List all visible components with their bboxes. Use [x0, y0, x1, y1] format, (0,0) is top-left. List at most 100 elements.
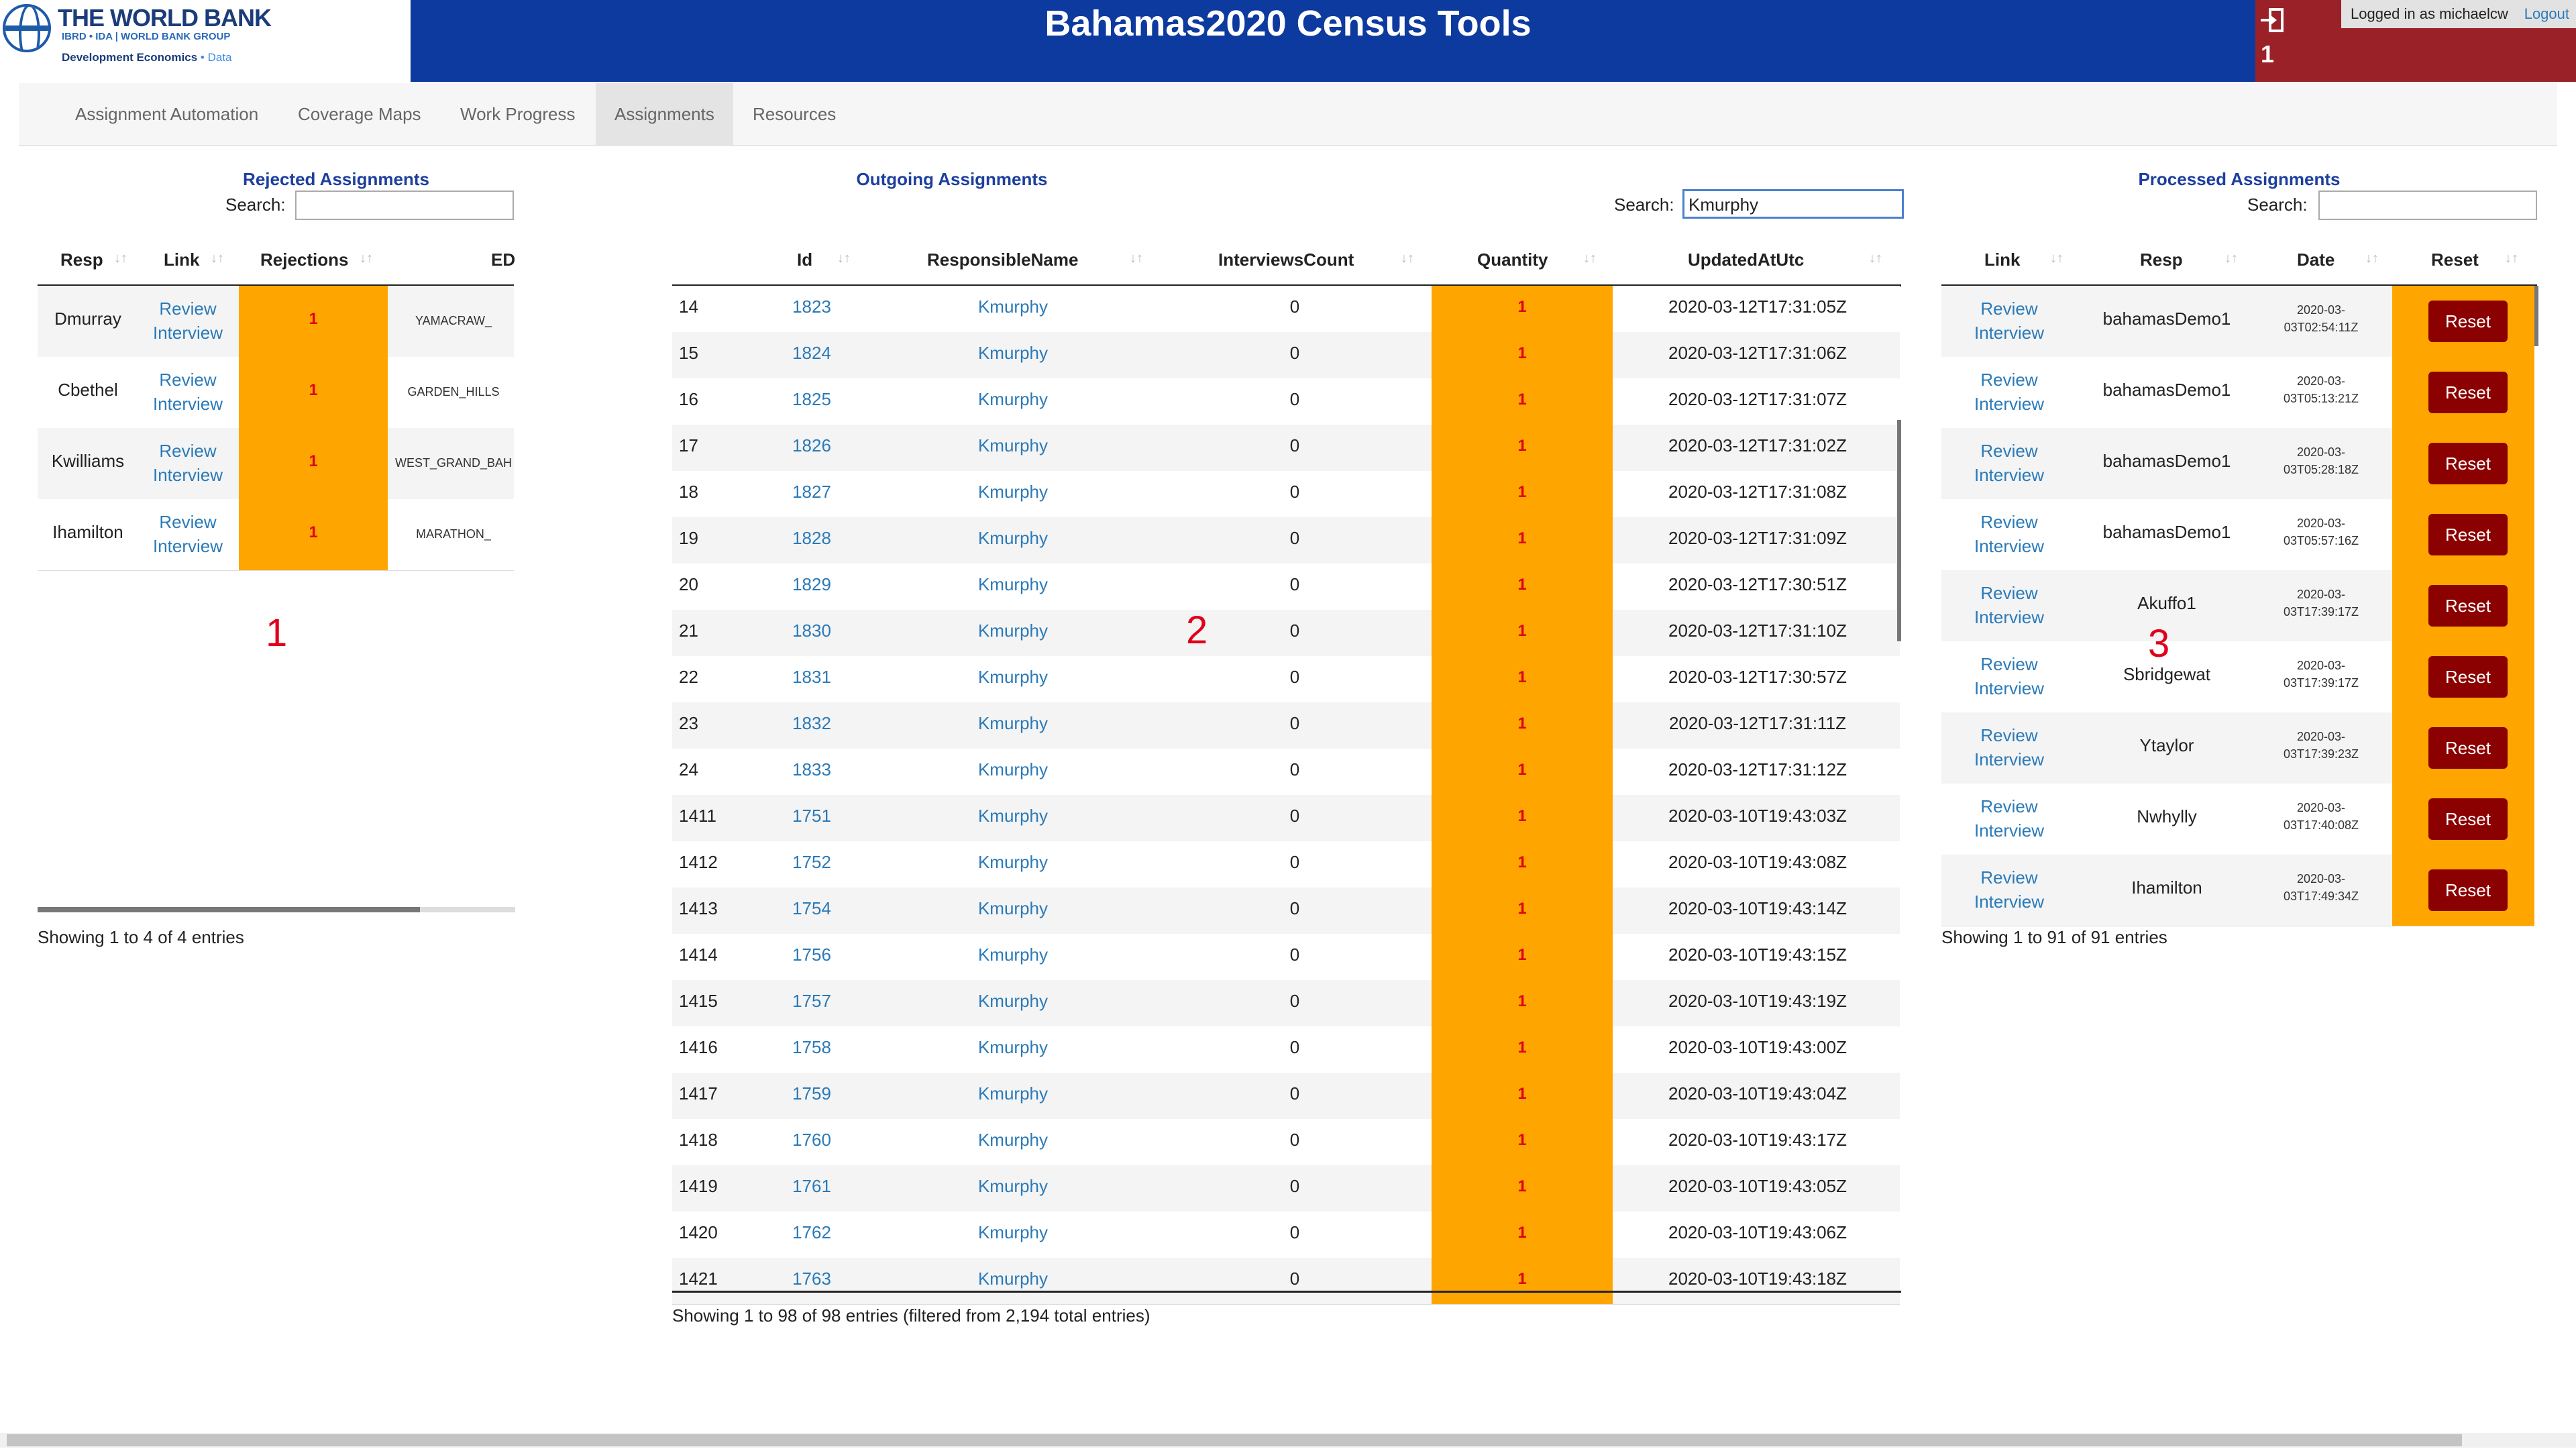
- sort-icon[interactable]: ↓↑: [1583, 251, 1597, 266]
- cell-responsible-link[interactable]: Kmurphy: [939, 482, 1087, 502]
- col-interviews-count[interactable]: InterviewsCount: [1218, 250, 1354, 270]
- sort-icon[interactable]: ↓↑: [211, 251, 224, 266]
- col-resp[interactable]: Resp: [2140, 250, 2183, 270]
- cell-id-link[interactable]: 1824: [771, 343, 852, 364]
- cell-id-link[interactable]: 1828: [771, 528, 852, 549]
- review-interview-link[interactable]: Review Interview: [1945, 510, 2073, 558]
- rejected-search-input[interactable]: [295, 191, 514, 220]
- col-rejections[interactable]: Rejections: [260, 250, 349, 270]
- cell-responsible-link[interactable]: Kmurphy: [939, 713, 1087, 734]
- review-interview-link[interactable]: Review Interview: [141, 510, 235, 558]
- col-id[interactable]: Id: [797, 250, 812, 270]
- col-quantity[interactable]: Quantity: [1477, 250, 1548, 270]
- cell-responsible-link[interactable]: Kmurphy: [939, 1037, 1087, 1058]
- cell-id-link[interactable]: 1827: [771, 482, 852, 502]
- review-interview-link[interactable]: Review Interview: [1945, 652, 2073, 700]
- review-interview-link[interactable]: Review Interview: [1945, 865, 2073, 914]
- v-scrollbar[interactable]: [2534, 286, 2538, 346]
- page-h-scrollbar-thumb[interactable]: [7, 1434, 2462, 1446]
- cell-responsible-link[interactable]: Kmurphy: [939, 667, 1087, 688]
- sort-icon[interactable]: ↓↑: [2505, 251, 2518, 266]
- cell-id-link[interactable]: 1760: [771, 1130, 852, 1150]
- sort-icon[interactable]: ↓↑: [1401, 251, 1414, 266]
- cell-responsible-link[interactable]: Kmurphy: [939, 435, 1087, 456]
- cell-responsible-link[interactable]: Kmurphy: [939, 1176, 1087, 1197]
- reset-button[interactable]: Reset: [2428, 514, 2508, 555]
- review-interview-link[interactable]: Review Interview: [1945, 439, 2073, 487]
- cell-id-link[interactable]: 1829: [771, 574, 852, 595]
- col-link[interactable]: Link: [1984, 250, 2020, 270]
- cell-responsible-link[interactable]: Kmurphy: [939, 1222, 1087, 1243]
- col-reset[interactable]: Reset: [2431, 250, 2479, 270]
- logout-link[interactable]: Logout: [2524, 0, 2569, 28]
- col-resp[interactable]: Resp: [60, 250, 103, 270]
- review-interview-link[interactable]: Review Interview: [1945, 581, 2073, 629]
- sort-icon[interactable]: ↓↑: [2224, 251, 2238, 266]
- cell-id-link[interactable]: 1756: [771, 945, 852, 965]
- sort-icon[interactable]: ↓↑: [1130, 251, 1143, 266]
- processed-search-input[interactable]: [2318, 191, 2537, 220]
- cell-responsible-link[interactable]: Kmurphy: [939, 1083, 1087, 1104]
- h-scrollbar-thumb[interactable]: [38, 907, 420, 912]
- reset-button[interactable]: Reset: [2428, 727, 2508, 769]
- tab-resources[interactable]: Resources: [734, 83, 855, 145]
- review-interview-link[interactable]: Review Interview: [141, 439, 235, 487]
- cell-responsible-link[interactable]: Kmurphy: [939, 991, 1087, 1012]
- cell-responsible-link[interactable]: Kmurphy: [939, 1269, 1087, 1289]
- reset-button[interactable]: Reset: [2428, 869, 2508, 911]
- cell-id-link[interactable]: 1762: [771, 1222, 852, 1243]
- col-ed[interactable]: ED: [491, 250, 515, 270]
- cell-id-link[interactable]: 1752: [771, 852, 852, 873]
- cell-responsible-link[interactable]: Kmurphy: [939, 297, 1087, 317]
- sort-icon[interactable]: ↓↑: [2050, 251, 2063, 266]
- cell-id-link[interactable]: 1825: [771, 389, 852, 410]
- tab-coverage-maps[interactable]: Coverage Maps: [279, 83, 440, 145]
- sort-icon[interactable]: ↓↑: [114, 251, 127, 266]
- review-interview-link[interactable]: Review Interview: [141, 297, 235, 345]
- col-date[interactable]: Date: [2297, 250, 2334, 270]
- cell-responsible-link[interactable]: Kmurphy: [939, 621, 1087, 641]
- cell-responsible-link[interactable]: Kmurphy: [939, 528, 1087, 549]
- sort-icon[interactable]: ↓↑: [837, 251, 851, 266]
- outgoing-search-input[interactable]: Kmurphy: [1682, 189, 1904, 219]
- tab-work-progress[interactable]: Work Progress: [441, 83, 594, 145]
- exit-icon[interactable]: [2259, 7, 2285, 34]
- cell-id-link[interactable]: 1759: [771, 1083, 852, 1104]
- cell-responsible-link[interactable]: Kmurphy: [939, 898, 1087, 919]
- tab-assignments[interactable]: Assignments: [596, 83, 733, 145]
- cell-id-link[interactable]: 1757: [771, 991, 852, 1012]
- cell-responsible-link[interactable]: Kmurphy: [939, 574, 1087, 595]
- reset-button[interactable]: Reset: [2428, 656, 2508, 698]
- cell-id-link[interactable]: 1751: [771, 806, 852, 826]
- cell-id-link[interactable]: 1832: [771, 713, 852, 734]
- cell-responsible-link[interactable]: Kmurphy: [939, 806, 1087, 826]
- cell-id-link[interactable]: 1823: [771, 297, 852, 317]
- cell-id-link[interactable]: 1761: [771, 1176, 852, 1197]
- cell-id-link[interactable]: 1754: [771, 898, 852, 919]
- reset-button[interactable]: Reset: [2428, 443, 2508, 484]
- sort-icon[interactable]: ↓↑: [2365, 251, 2379, 266]
- col-link[interactable]: Link: [164, 250, 199, 270]
- cell-id-link[interactable]: 1826: [771, 435, 852, 456]
- cell-id-link[interactable]: 1763: [771, 1269, 852, 1289]
- reset-button[interactable]: Reset: [2428, 798, 2508, 840]
- cell-responsible-link[interactable]: Kmurphy: [939, 1130, 1087, 1150]
- cell-id-link[interactable]: 1831: [771, 667, 852, 688]
- reset-button[interactable]: Reset: [2428, 301, 2508, 342]
- sort-icon[interactable]: ↓↑: [1869, 251, 1882, 266]
- cell-responsible-link[interactable]: Kmurphy: [939, 343, 1087, 364]
- cell-responsible-link[interactable]: Kmurphy: [939, 759, 1087, 780]
- cell-id-link[interactable]: 1833: [771, 759, 852, 780]
- reset-button[interactable]: Reset: [2428, 585, 2508, 627]
- tab-assignment-automation[interactable]: Assignment Automation: [56, 83, 277, 145]
- cell-id-link[interactable]: 1830: [771, 621, 852, 641]
- review-interview-link[interactable]: Review Interview: [1945, 723, 2073, 771]
- col-responsible-name[interactable]: ResponsibleName: [927, 250, 1078, 270]
- review-interview-link[interactable]: Review Interview: [1945, 297, 2073, 345]
- cell-responsible-link[interactable]: Kmurphy: [939, 852, 1087, 873]
- sort-icon[interactable]: ↓↑: [360, 251, 373, 266]
- col-updated-at[interactable]: UpdatedAtUtc: [1688, 250, 1804, 270]
- review-interview-link[interactable]: Review Interview: [1945, 794, 2073, 843]
- cell-responsible-link[interactable]: Kmurphy: [939, 389, 1087, 410]
- cell-id-link[interactable]: 1758: [771, 1037, 852, 1058]
